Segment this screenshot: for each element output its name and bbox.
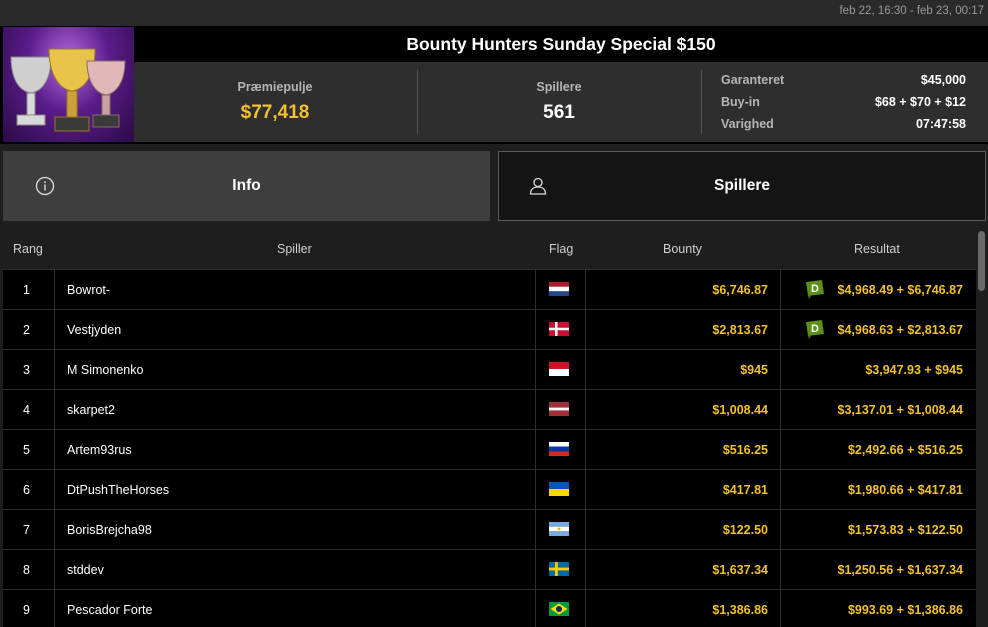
flag-icon (549, 442, 569, 456)
top-bar: feb 22, 16:30 - feb 23, 00:17 (0, 0, 988, 26)
tournament-title: Bounty Hunters Sunday Special $150 (406, 34, 716, 54)
table-row[interactable]: 2 Vestjyden $2,813.67 D $4,968.63 + $2,813.6… (3, 309, 976, 349)
buyin-row: Buy-in $68 + $70 + $12 (721, 95, 966, 115)
rank-cell: 9 (23, 603, 30, 617)
flag-icon (549, 522, 569, 536)
tab-players-label: Spillere (714, 177, 770, 194)
result-cell: $4,968.49 + $6,746.87 (837, 283, 963, 297)
player-name-cell: Pescador Forte (67, 603, 153, 617)
player-name-cell: BorisBrejcha98 (67, 523, 152, 537)
player-name-cell: stddev (67, 563, 104, 577)
tournament-header: Bounty Hunters Sunday Special $150 Præmi… (0, 26, 988, 144)
table-row[interactable]: 1 Bowrot- $6,746.87 D $4,968.49 + $6,746.87 (3, 269, 976, 309)
bounty-cell: $122.50 (722, 523, 768, 537)
bounty-cell: $516.25 (722, 443, 768, 457)
result-cell: $3,137.01 + $1,008.44 (837, 403, 963, 417)
flag-icon (549, 402, 569, 416)
guaranteed-label: Garanteret (721, 73, 785, 87)
bounty-cell: $1,386.86 (712, 603, 768, 617)
prize-pool-label: Præmiepulje (237, 80, 313, 94)
duration-value: 07:47:58 (915, 117, 966, 131)
rank-cell: 7 (23, 523, 30, 537)
stats-panel: Præmiepulje $77,418 Spillere 561 Garante… (134, 62, 988, 142)
result-cell: $4,968.63 + $2,813.67 (837, 323, 963, 337)
table-row[interactable]: 7 BorisBrejcha98 $122.50 $1,573.83 + $122.5… (3, 509, 976, 549)
table-row[interactable]: 6 DtPushTheHorses $417.81 $1,980.66 + $417.… (3, 469, 976, 509)
rank-cell: 1 (23, 283, 30, 297)
col-result: Resultat (854, 242, 900, 256)
result-cell: $1,573.83 + $122.50 (847, 523, 963, 537)
players-stat: Spillere 561 (418, 62, 700, 142)
column-divider (780, 269, 781, 627)
column-divider (535, 269, 536, 627)
duration-row: Varighed 07:47:58 (721, 117, 966, 137)
table-row[interactable]: 4 skarpet2 $1,008.44 $3,137.01 + $1,008.44 (3, 389, 976, 429)
scrollbar[interactable] (977, 229, 986, 627)
players-label: Spillere (536, 80, 582, 94)
bounty-cell: $2,813.67 (712, 323, 768, 337)
flag-icon (549, 282, 569, 296)
col-bounty: Bounty (663, 242, 702, 256)
player-name-cell: M Simonenko (67, 363, 144, 377)
trophy-image (3, 27, 134, 142)
rank-cell: 8 (23, 563, 30, 577)
column-divider (54, 269, 55, 627)
table-row[interactable]: 3 M Simonenko $945 $3,947.93 + $945 (3, 349, 976, 389)
flag-icon (549, 362, 569, 376)
d-badge-icon: D (806, 320, 824, 339)
svg-text:D: D (811, 283, 819, 295)
player-name-cell: Artem93rus (67, 443, 132, 457)
column-divider (585, 269, 586, 627)
results-table: Rang Spiller Flag Bounty Resultat 1 Bowro… (3, 229, 976, 627)
guaranteed-value: $45,000 (920, 73, 966, 87)
bounty-cell: $6,746.87 (712, 283, 768, 297)
tab-players[interactable]: Spillere (498, 151, 986, 221)
tab-info[interactable]: Info (3, 151, 490, 221)
guaranteed-row: Garanteret $45,000 (721, 73, 966, 93)
rank-cell: 3 (23, 363, 30, 377)
flag-icon (549, 562, 569, 576)
bounty-cell: $1,008.44 (712, 403, 768, 417)
rank-cell: 6 (23, 483, 30, 497)
col-flag: Flag (549, 242, 574, 256)
table-row[interactable]: 9 Pescador Forte $1,386.86 $993.69 + $1,386… (3, 589, 976, 627)
scrollbar-thumb[interactable] (978, 231, 985, 291)
table-row[interactable]: 5 Artem93rus $516.25 $2,492.66 + $516.25 (3, 429, 976, 469)
tab-info-label: Info (232, 177, 261, 194)
prize-pool-stat: Præmiepulje $77,418 (134, 62, 416, 142)
date-range: feb 22, 16:30 - feb 23, 00:17 (839, 5, 984, 17)
col-rank: Rang (13, 242, 43, 256)
players-value: 561 (543, 102, 575, 123)
table-header: Rang Spiller Flag Bounty Resultat (3, 229, 976, 269)
divider (701, 70, 702, 134)
bounty-cell: $945 (740, 363, 768, 377)
bounty-cell: $1,637.34 (712, 563, 768, 577)
flag-icon (549, 322, 569, 336)
flag-icon (549, 602, 569, 616)
result-cell: $993.69 + $1,386.86 (847, 603, 963, 617)
table-row[interactable]: 8 stddev $1,637.34 $1,250.56 + $1,637.34 (3, 549, 976, 589)
col-player: Spiller (277, 242, 312, 256)
result-cell: $3,947.93 + $945 (865, 363, 963, 377)
result-cell: $1,980.66 + $417.81 (847, 483, 963, 497)
d-badge-icon: D (806, 280, 824, 299)
prize-pool-value: $77,418 (240, 102, 310, 123)
flag-icon (549, 482, 569, 496)
svg-text:D: D (811, 323, 819, 335)
player-name-cell: skarpet2 (67, 403, 115, 417)
player-name-cell: Bowrot- (67, 283, 111, 297)
result-cell: $1,250.56 + $1,637.34 (837, 563, 963, 577)
rank-cell: 4 (23, 403, 30, 417)
duration-label: Varighed (721, 117, 774, 131)
buyin-value: $68 + $70 + $12 (874, 95, 966, 109)
player-name-cell: Vestjyden (67, 323, 122, 337)
rank-cell: 5 (23, 443, 30, 457)
buyin-label: Buy-in (721, 95, 760, 109)
result-cell: $2,492.66 + $516.25 (847, 443, 963, 457)
player-name-cell: DtPushTheHorses (67, 483, 170, 497)
bounty-cell: $417.81 (722, 483, 768, 497)
rank-cell: 2 (23, 323, 30, 337)
